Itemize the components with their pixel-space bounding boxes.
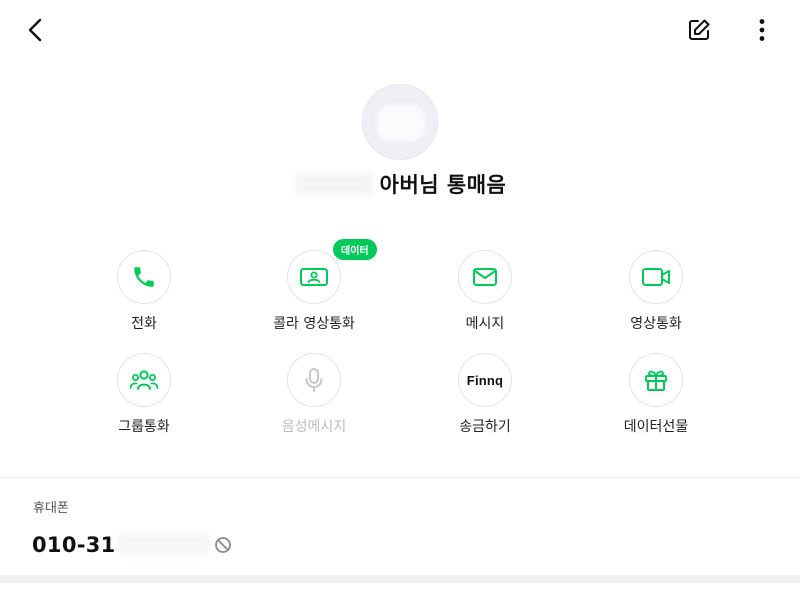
video-call-action[interactable]: 영상통화	[586, 250, 726, 350]
chevron-left-icon	[28, 18, 42, 42]
video-call-button[interactable]	[629, 250, 683, 304]
edit-button[interactable]	[684, 15, 714, 45]
group-call-button[interactable]	[117, 353, 171, 407]
section-divider	[0, 477, 800, 478]
edit-icon	[689, 19, 710, 40]
video-call-label: 영상통화	[630, 316, 682, 332]
voice-message-label: 음성메시지	[281, 419, 347, 435]
data-badge: 데이터	[333, 239, 377, 260]
call-action[interactable]: 전화	[74, 250, 214, 350]
microphone-icon	[305, 368, 323, 392]
cola-video-call-label: 콜라 영상통화	[273, 316, 355, 332]
more-options-button[interactable]	[748, 15, 776, 45]
data-gift-label: 데이터선물	[623, 419, 689, 435]
call-button[interactable]	[117, 250, 171, 304]
voice-message-action: 음성메시지	[244, 353, 384, 453]
more-vertical-icon	[759, 19, 765, 41]
phone-number-row[interactable]: 010-31	[32, 530, 232, 560]
group-icon	[129, 370, 159, 390]
avatar[interactable]	[362, 84, 438, 160]
phone-number-redaction	[117, 534, 210, 556]
phone-number[interactable]: 010-31	[32, 533, 116, 557]
send-money-button[interactable]: Finnq	[458, 353, 512, 407]
mail-icon	[473, 268, 497, 286]
message-action[interactable]: 메시지	[415, 250, 555, 350]
message-label: 메시지	[465, 316, 505, 332]
data-gift-button[interactable]	[629, 353, 683, 407]
video-camera-icon	[642, 268, 670, 286]
message-button[interactable]	[458, 250, 512, 304]
bottom-separator	[0, 575, 800, 583]
finnq-logo: Finnq	[466, 372, 504, 388]
contact-name: 아버님 통매음	[379, 173, 507, 197]
top-bar	[0, 0, 800, 62]
name-redaction	[293, 173, 374, 195]
cola-video-call-button[interactable]	[287, 250, 341, 304]
phone-icon	[134, 267, 154, 287]
avatar-redaction	[377, 105, 425, 141]
contact-name-row: 아버님 통매음	[0, 168, 800, 200]
cola-video-call-action[interactable]: 데이터 콜라 영상통화	[244, 239, 384, 350]
group-call-action[interactable]: 그룹통화	[74, 353, 214, 453]
data-gift-action[interactable]: 데이터선물	[586, 353, 726, 453]
voice-message-button	[287, 353, 341, 407]
block-icon[interactable]	[214, 536, 232, 554]
group-call-label: 그룹통화	[118, 419, 170, 435]
send-money-label: 송금하기	[459, 419, 511, 435]
call-label: 전화	[131, 316, 157, 332]
back-button[interactable]	[20, 14, 50, 46]
mobile-label: 휴대폰	[33, 501, 69, 516]
gift-icon	[645, 370, 667, 391]
video-call-icon	[300, 268, 328, 286]
send-money-action[interactable]: Finnq 송금하기	[415, 353, 555, 453]
